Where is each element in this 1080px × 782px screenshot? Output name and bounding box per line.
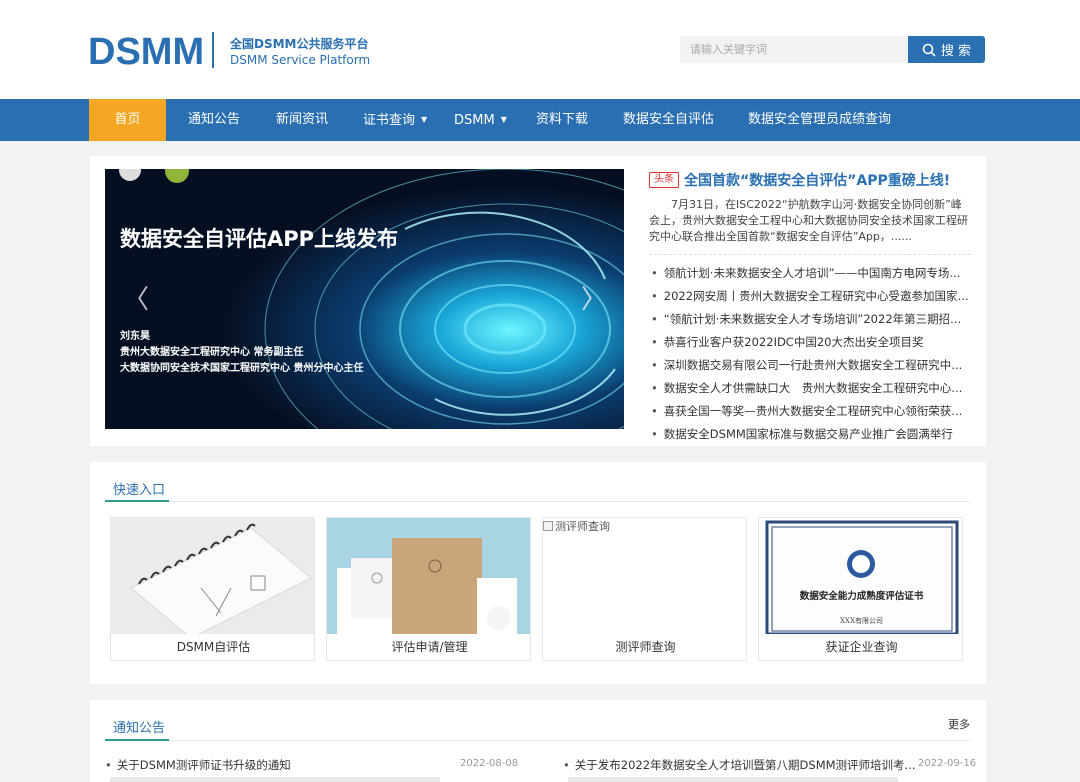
section-underline xyxy=(105,739,169,741)
platform-name-cn: 全国DSMM公共服务平台 xyxy=(230,37,369,51)
divider xyxy=(105,740,970,741)
news-item[interactable]: “领航计划·未来数据安全人才专场培训”2022年第三期招... xyxy=(651,309,973,332)
divider xyxy=(649,254,971,255)
nav-notices[interactable]: 通知公告 xyxy=(188,99,240,141)
caret-down-icon: ▼ xyxy=(500,115,507,124)
image-alt-text: 测评师查询 xyxy=(555,520,610,533)
nav-admin-score-query[interactable]: 数据安全管理员成绩查询 xyxy=(748,99,891,141)
logo-divider xyxy=(212,32,214,68)
notice-item-partial xyxy=(110,777,440,782)
notice-item[interactable]: 关于DSMM测评师证书升级的通知 xyxy=(105,757,291,773)
slider-next-button[interactable]: 〉 xyxy=(581,287,607,313)
news-item[interactable]: 恭喜行业客户获2022IDC中国20大杰出安全项目奖 xyxy=(651,332,973,355)
news-item[interactable]: 深圳数据交易有限公司一行赴贵州大数据安全工程研究中... xyxy=(651,355,973,378)
divider xyxy=(105,501,970,502)
nav-home[interactable]: 首页 xyxy=(89,99,166,141)
banner-person-name: 刘东昊 xyxy=(120,331,150,342)
banner-person-title: 贵州大数据安全工程研究中心 常务副主任 xyxy=(120,347,304,358)
search-icon xyxy=(922,43,936,57)
dsmm-logo[interactable]: DSMM xyxy=(88,31,204,74)
nav-dsmm[interactable]: DSMM ▼ xyxy=(454,99,507,141)
notice-date: 2022-09-16 xyxy=(918,758,977,769)
notice-item[interactable]: 关于发布2022年数据安全人才培训暨第八期DSMM测评师培训考... xyxy=(563,757,916,773)
quick-tile-certified-companies[interactable]: 数据安全能力成熟度评估证书 XXX有限公司 获证企业查询 xyxy=(758,517,963,661)
site-header: DSMM 全国DSMM公共服务平台 DSMM Service Platform … xyxy=(0,0,1080,99)
banner-title: 数据安全自评估APP上线发布 xyxy=(120,227,399,251)
assessor-image-broken: 测评师查询 xyxy=(543,518,746,634)
caret-down-icon: ▼ xyxy=(421,115,428,124)
main-nav: 首页 通知公告 新闻资讯 证书查询 ▼ DSMM ▼ 资料下载 数据安全自评估 数据… xyxy=(0,99,1080,141)
quick-access-title: 快速入口 xyxy=(113,483,166,498)
notice-date: 2022-08-08 xyxy=(460,758,519,769)
quick-tile-self-assessment[interactable]: DSMM自评估 xyxy=(110,517,315,661)
platform-name-en: DSMM Service Platform xyxy=(230,53,371,67)
search-button[interactable]: 搜 索 xyxy=(908,36,985,63)
nav-downloads[interactable]: 资料下载 xyxy=(536,99,588,141)
section-underline xyxy=(105,500,169,502)
nav-self-assessment[interactable]: 数据安全自评估 xyxy=(623,99,714,141)
notices-title: 通知公告 xyxy=(113,721,166,736)
search-input[interactable] xyxy=(680,36,908,63)
quick-tile-assessor-query[interactable]: 测评师查询 测评师查询 xyxy=(542,517,747,661)
nav-certificate-query[interactable]: 证书查询 ▼ xyxy=(363,99,427,141)
quick-tile-assessment-apply[interactable]: 评估申请/管理 xyxy=(326,517,531,661)
slider-prev-button[interactable]: 〈 xyxy=(123,287,149,313)
news-item[interactable]: 2022网安周丨贵州大数据安全工程研究中心受邀参加国家... xyxy=(651,286,973,309)
nav-news[interactable]: 新闻资讯 xyxy=(276,99,328,141)
banner-slider[interactable]: 数据安全自评估APP上线发布 刘东昊 贵州大数据安全工程研究中心 常务副主任 大… xyxy=(105,169,624,429)
certificate-company: XXX有限公司 xyxy=(840,617,883,625)
notices-more-link[interactable]: 更多 xyxy=(948,716,970,732)
headline-summary: 7月31日，在ISC2022“护航数字山河·数据安全协同创新”峰会上，贵州大数据… xyxy=(649,198,968,243)
search-button-label: 搜 索 xyxy=(940,44,972,59)
tile-label: 测评师查询 xyxy=(615,640,676,654)
banner-image xyxy=(105,169,624,429)
stationery-image xyxy=(327,518,530,634)
notebook-image xyxy=(111,518,314,634)
news-item[interactable]: 领航计划·未来数据安全人才培训”——中国南方电网专场... xyxy=(651,263,973,286)
notice-item-partial xyxy=(568,777,898,782)
banner-person-title: 大数据协同安全技术国家工程研究中心 贵州分中心主任 xyxy=(120,363,364,374)
headline-title-link[interactable]: 全国首款“数据安全自评估”APP重磅上线! xyxy=(684,170,950,190)
news-item[interactable]: 数据安全DSMM国家标准与数据交易产业推广会圆满举行 xyxy=(651,424,973,447)
tile-label: DSMM自评估 xyxy=(176,640,251,654)
news-list: 领航计划·未来数据安全人才培训”——中国南方电网专场... 2022网安周丨贵州… xyxy=(651,263,973,447)
tile-label: 获证企业查询 xyxy=(825,640,898,654)
headline-badge: 头条 xyxy=(649,172,679,188)
broken-image-icon xyxy=(543,521,553,531)
news-item[interactable]: 喜获全国一等奖—贵州大数据安全工程研究中心领衔荣获... xyxy=(651,401,973,424)
tile-label: 评估申请/管理 xyxy=(391,640,468,654)
certificate-title: 数据安全能力成熟度评估证书 xyxy=(799,591,924,602)
certificate-image: 数据安全能力成熟度评估证书 XXX有限公司 xyxy=(759,518,962,634)
news-item[interactable]: 数据安全人才供需缺口大 贵州大数据安全工程研究中心... xyxy=(651,378,973,401)
